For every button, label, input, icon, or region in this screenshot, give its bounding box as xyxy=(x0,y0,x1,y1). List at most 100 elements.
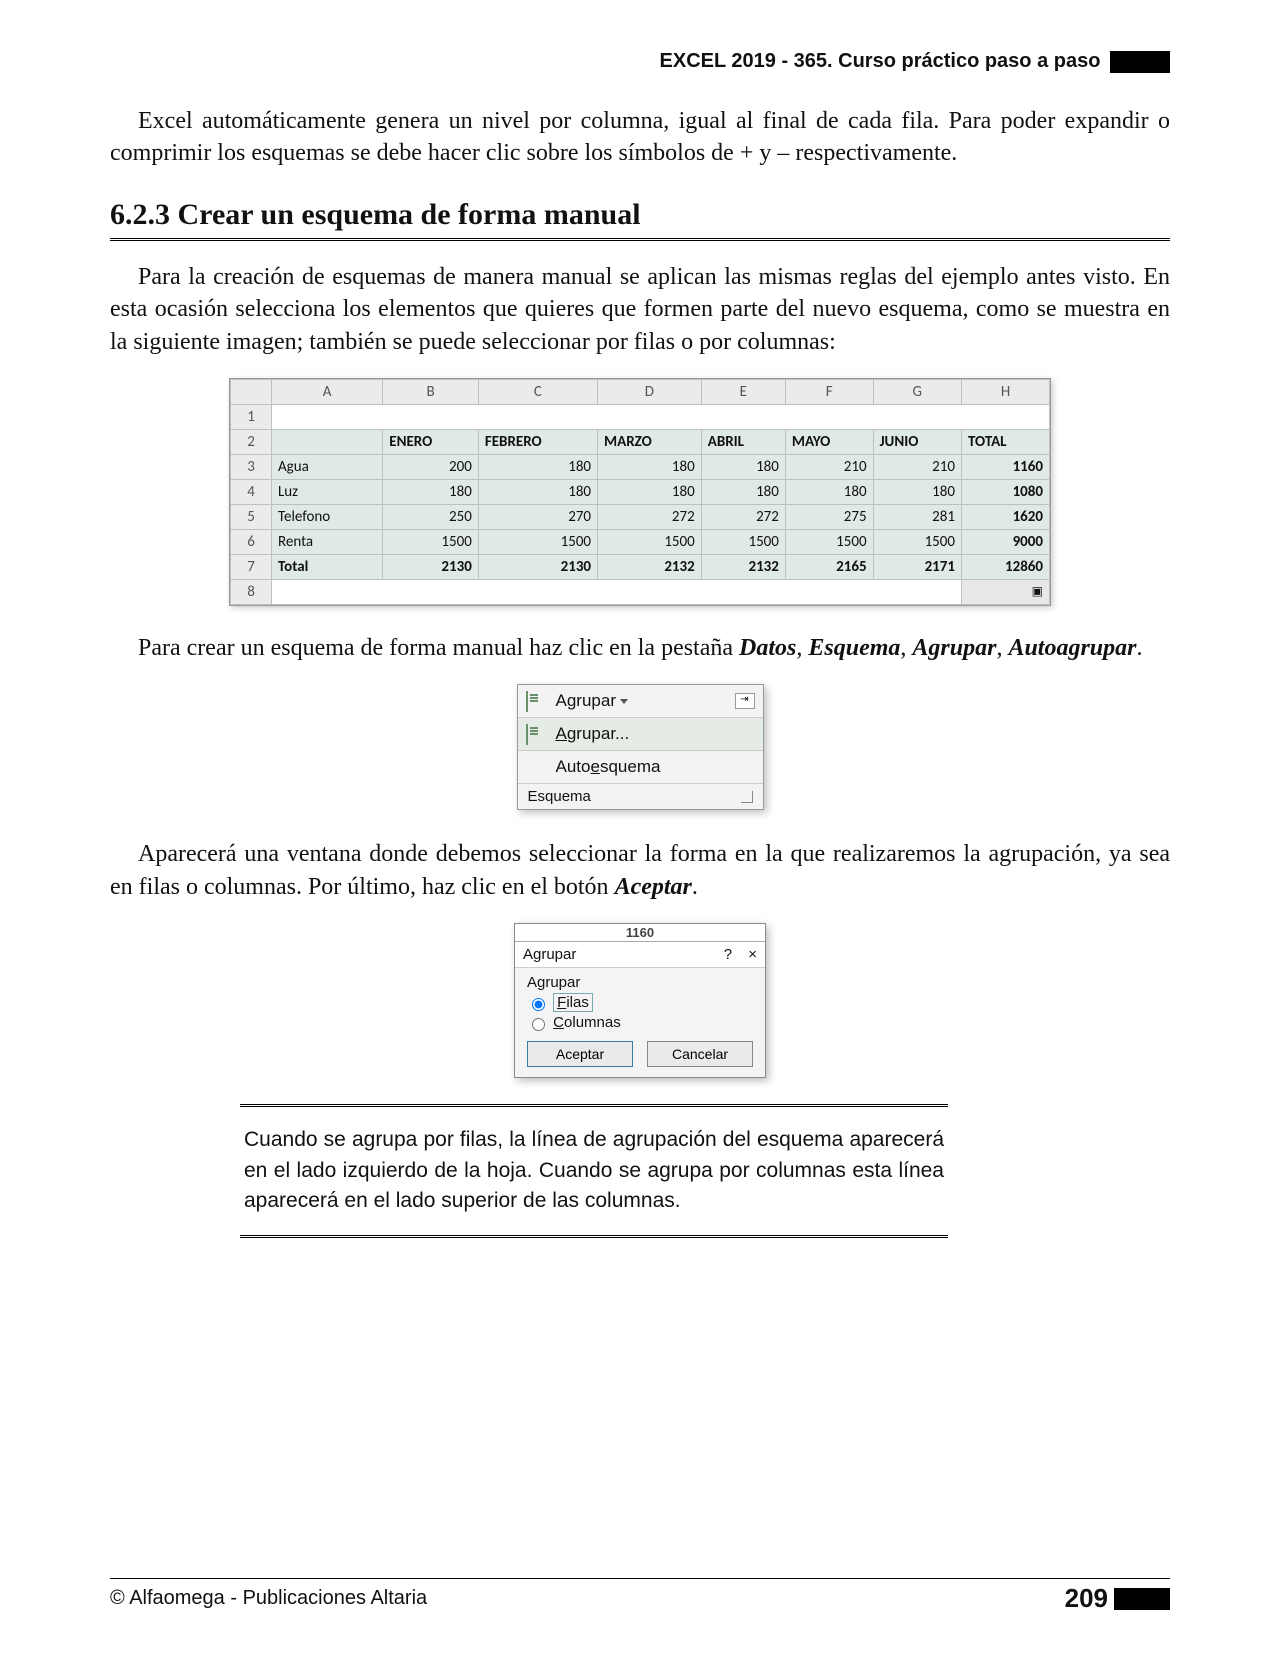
cell: 2165 xyxy=(785,554,873,579)
excel-screenshot: A B C D E F G H 1 2 ENERO FEBRERO MARZO … xyxy=(229,378,1051,606)
col-E: E xyxy=(701,379,785,404)
cell-total: 9000 xyxy=(961,529,1049,554)
row-8: 8 xyxy=(231,579,272,604)
cell: 180 xyxy=(701,454,785,479)
cell: 2171 xyxy=(873,554,961,579)
empty-row-1 xyxy=(272,404,1050,429)
ok-button[interactable]: Aceptar xyxy=(527,1041,633,1067)
para3-text: Para crear un esquema de forma manual ha… xyxy=(138,635,739,661)
cell: 1500 xyxy=(785,529,873,554)
radio-filas[interactable]: Filas xyxy=(527,994,753,1011)
page-number: 209 xyxy=(1065,1583,1108,1614)
col-B: B xyxy=(383,379,479,404)
col-G: G xyxy=(873,379,961,404)
dialog-title: Agrupar xyxy=(523,946,576,963)
kw-datos: Datos xyxy=(739,635,796,661)
row-2: 2 xyxy=(231,429,272,454)
cell: 2130 xyxy=(383,554,479,579)
menu-footer-label: Esquema xyxy=(528,788,591,805)
cell: 2132 xyxy=(701,554,785,579)
row-7: 7 xyxy=(231,554,272,579)
cell: 200 xyxy=(383,454,479,479)
cell: 1500 xyxy=(598,529,702,554)
row-6: 6 xyxy=(231,529,272,554)
cell-grand-total: 12860 xyxy=(961,554,1049,579)
cell: 281 xyxy=(873,504,961,529)
col-H: H xyxy=(961,379,1049,404)
agrupar-dialog: 1160 Agrupar ? × Agrupar Filas Columnas xyxy=(514,923,766,1078)
help-icon[interactable]: ? xyxy=(724,946,732,963)
dialog-peek-value: 1160 xyxy=(515,924,765,942)
page-header: EXCEL 2019 - 365. Curso práctico paso a … xyxy=(110,50,1170,73)
menu-item1-rest: grupar... xyxy=(567,724,629,743)
menu-item-autoesquema[interactable]: Autoesquema xyxy=(518,751,763,784)
hdr-junio: JUNIO xyxy=(873,429,961,454)
row-5: 5 xyxy=(231,504,272,529)
cell-total: 1620 xyxy=(961,504,1049,529)
cell: 272 xyxy=(701,504,785,529)
row-1: 1 xyxy=(231,404,272,429)
paragraph-3: Para crear un esquema de forma manual ha… xyxy=(110,632,1170,664)
group-icon xyxy=(526,725,548,743)
hdr-total: TOTAL xyxy=(961,429,1049,454)
menu-footer: Esquema xyxy=(518,784,763,809)
cell: 250 xyxy=(383,504,479,529)
header-title: EXCEL 2019 - 365. Curso práctico paso a … xyxy=(660,50,1101,72)
note-box: Cuando se agrupa por filas, la línea de … xyxy=(240,1104,948,1237)
cell: 180 xyxy=(785,479,873,504)
radio-columnas-input[interactable] xyxy=(532,1018,545,1031)
kw-aceptar: Aceptar xyxy=(615,874,692,900)
kw-esquema: Esquema xyxy=(808,635,900,661)
radio-filas-input[interactable] xyxy=(532,998,545,1011)
cell-renta: Renta xyxy=(272,529,383,554)
menu-item-agrupar[interactable]: Agrupar... xyxy=(518,718,763,751)
empty-row-8 xyxy=(272,579,962,604)
ungroup-icon[interactable]: ⇥ xyxy=(735,693,755,709)
section-heading: 6.2.3 Crear un esquema de forma manual xyxy=(110,198,1170,232)
cell: 180 xyxy=(701,479,785,504)
section-rule xyxy=(110,238,1170,241)
radio-columnas[interactable]: Columnas xyxy=(527,1014,753,1031)
header-block xyxy=(1110,51,1170,73)
cell-luz: Luz xyxy=(272,479,383,504)
col-A: A xyxy=(272,379,383,404)
cell: 1500 xyxy=(478,529,597,554)
col-D: D xyxy=(598,379,702,404)
close-icon[interactable]: × xyxy=(748,946,757,963)
cell-total: 1160 xyxy=(961,454,1049,479)
page-footer: © Alfaomega - Publicaciones Altaria 209 xyxy=(110,1578,1170,1614)
cell: 180 xyxy=(598,479,702,504)
cell: 180 xyxy=(598,454,702,479)
hdr-abril: ABRIL xyxy=(701,429,785,454)
kw-autoagrupar: Autoagrupar xyxy=(1008,635,1136,661)
intro-paragraph: Excel automáticamente genera un nivel po… xyxy=(110,105,1170,170)
row-4: 4 xyxy=(231,479,272,504)
cell: 180 xyxy=(383,479,479,504)
dialog-launcher-icon[interactable] xyxy=(741,791,753,803)
cell: 1500 xyxy=(701,529,785,554)
hdr-marzo: MARZO xyxy=(598,429,702,454)
fill-handle-area: ▣ xyxy=(961,579,1049,604)
footer-block xyxy=(1114,1588,1170,1610)
cell-total-row: Total xyxy=(272,554,383,579)
cell: 1500 xyxy=(383,529,479,554)
hdr-mayo: MAYO xyxy=(785,429,873,454)
paragraph-4: Aparecerá una ventana donde debemos sele… xyxy=(110,838,1170,903)
menu-top-row[interactable]: Agrupar ⇥ xyxy=(518,685,763,718)
cell: 2130 xyxy=(478,554,597,579)
cell-total: 1080 xyxy=(961,479,1049,504)
cell: 270 xyxy=(478,504,597,529)
cell: 180 xyxy=(478,454,597,479)
cancel-button[interactable]: Cancelar xyxy=(647,1041,753,1067)
cell-corner xyxy=(231,379,272,404)
cell-agua: Agua xyxy=(272,454,383,479)
col-F: F xyxy=(785,379,873,404)
agrupar-menu: Agrupar ⇥ Agrupar... Autoesquema Esquema xyxy=(517,684,764,810)
group-icon xyxy=(526,692,548,710)
col-C: C xyxy=(478,379,597,404)
cell: 180 xyxy=(873,479,961,504)
cell: 1500 xyxy=(873,529,961,554)
row-3: 3 xyxy=(231,454,272,479)
cell: 210 xyxy=(785,454,873,479)
hdr-enero: ENERO xyxy=(383,429,479,454)
